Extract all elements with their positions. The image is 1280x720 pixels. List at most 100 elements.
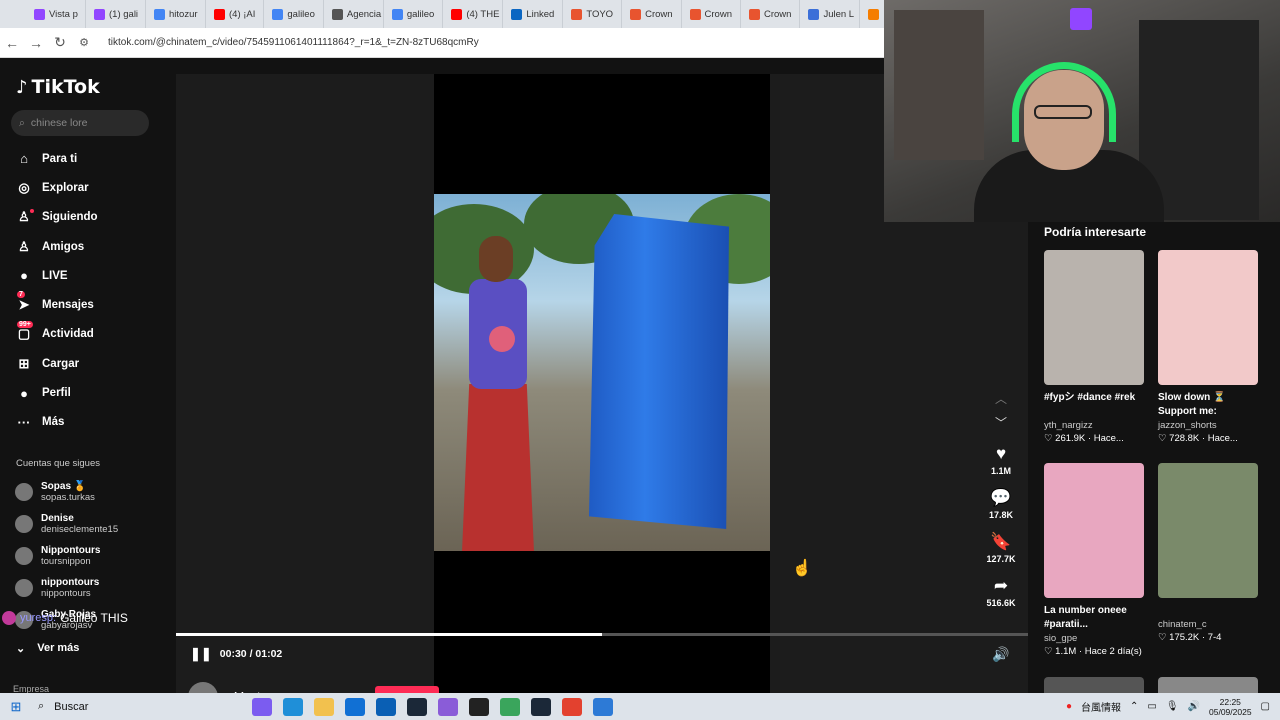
- webcam-overlay: [884, 0, 1280, 222]
- ime-label[interactable]: 台風情報: [1081, 699, 1121, 714]
- browser-tab[interactable]: Julen L: [800, 0, 861, 28]
- taskbar-search[interactable]: ⌕ Buscar: [32, 700, 212, 713]
- browser-tab[interactable]: galileo: [264, 0, 324, 28]
- next-video-icon[interactable]: ﹀: [995, 414, 1007, 444]
- sidebar-item[interactable]: ▢ 99+ Actividad: [0, 320, 170, 349]
- sidebar-item-label: Explorar: [42, 181, 89, 194]
- copilot-icon[interactable]: [252, 697, 272, 716]
- tab-favicon-icon: [748, 8, 760, 20]
- file-explorer-icon[interactable]: [314, 697, 334, 716]
- see-more-label: Ver más: [37, 642, 80, 654]
- volume-icon[interactable]: 🔊: [992, 646, 1009, 663]
- app-icon[interactable]: [500, 697, 520, 716]
- sidebar-item[interactable]: ♙ Siguiendo: [0, 203, 170, 232]
- tiktok-logo[interactable]: ♪ TikTok: [16, 76, 100, 98]
- taskbar-search-label: Buscar: [54, 700, 89, 713]
- browser-tab[interactable]: Linked: [503, 0, 564, 28]
- following-name: nippontours: [41, 577, 100, 588]
- edge-icon[interactable]: [283, 697, 303, 716]
- suggestion-user: sio_gpe: [1044, 633, 1078, 644]
- following-item[interactable]: Denise deniseclemente15: [0, 508, 170, 540]
- mic-icon[interactable]: 🎙: [1166, 701, 1179, 712]
- taskbar-apps: [252, 697, 613, 716]
- tab-label: hitozur: [169, 8, 198, 20]
- video-actions: ︿ ﹀ ♥ 1.1M 💬 17.8K 🔖 127.7K ➦ 516.6K: [980, 390, 1022, 620]
- browser-tab[interactable]: Agencia: [324, 0, 384, 28]
- suggestion-thumbnail[interactable]: [1044, 463, 1144, 598]
- activity-icon: ▢: [17, 326, 31, 342]
- browser-tab[interactable]: TOYO: [563, 0, 623, 28]
- sidebar-item[interactable]: ⊞ Cargar: [0, 349, 170, 378]
- browser-tab[interactable]: Crown: [741, 0, 801, 28]
- browser-tab[interactable]: hitozur: [146, 0, 206, 28]
- back-icon[interactable]: ←: [0, 35, 24, 51]
- notifications-icon[interactable]: ▢: [1261, 701, 1270, 712]
- sidebar-item[interactable]: ◎ Explorar: [0, 173, 170, 202]
- chat-message: Galileo THIS: [60, 611, 128, 625]
- sidebar-item[interactable]: ··· Más: [0, 408, 170, 437]
- share-icon[interactable]: ➦: [994, 576, 1008, 598]
- search-input[interactable]: ⌕ chinese lore: [11, 110, 149, 136]
- clock[interactable]: 22:25 05/09/2025: [1209, 697, 1252, 717]
- search-icon: ⌕: [19, 116, 25, 129]
- site-info-icon[interactable]: ⚙: [72, 36, 96, 49]
- outlook-icon[interactable]: [376, 697, 396, 716]
- suggestion-card[interactable]: La number oneee #paratii... sio_gpe ♡ 1.1M…: [1044, 463, 1144, 659]
- sidebar-item[interactable]: ➤ 7 Mensajes: [0, 290, 170, 319]
- suggestion-card[interactable]: Slow down ⏳ Support me: Patreo... jazzon_…: [1158, 250, 1258, 446]
- discord-icon[interactable]: [438, 697, 458, 716]
- following-item[interactable]: Nippontours toursnippon: [0, 540, 170, 572]
- comment-icon[interactable]: 💬: [990, 488, 1011, 510]
- person-skirt-shape: [462, 384, 534, 551]
- previous-video-icon[interactable]: ︿: [995, 390, 1007, 414]
- following-item[interactable]: Sopas 🏅 sopas.turkas: [0, 476, 170, 508]
- sidebar-item[interactable]: ● Perfil: [0, 378, 170, 407]
- sidebar-item[interactable]: ● LIVE: [0, 261, 170, 290]
- suggestion-card[interactable]: #fypシ #dance #rek yth_nargizz ♡ 261.9K · H…: [1044, 250, 1144, 446]
- forward-icon[interactable]: →: [24, 35, 48, 51]
- see-more-button[interactable]: ⌄ Ver más: [16, 642, 79, 655]
- like-icon[interactable]: ♥: [996, 444, 1006, 466]
- video-progress-bar[interactable]: [176, 633, 1028, 636]
- suggestions-panel: Podría interesarte #fypシ #dance #rek yth_…: [1028, 222, 1280, 693]
- following-item[interactable]: nippontours nippontours: [0, 572, 170, 604]
- chevron-up-icon[interactable]: ⌃: [1130, 701, 1138, 712]
- suggestion-thumbnail[interactable]: [1158, 463, 1258, 598]
- sidebar-item[interactable]: ⌂ Para ti: [0, 144, 170, 173]
- tab-favicon-icon: [154, 8, 165, 20]
- suggestion-thumbnail[interactable]: [1158, 250, 1258, 385]
- suggestion-thumbnail[interactable]: [1044, 250, 1144, 385]
- store-icon[interactable]: [345, 697, 365, 716]
- network-icon[interactable]: ▭: [1147, 701, 1156, 712]
- steam-icon[interactable]: [531, 697, 551, 716]
- suggestion-card[interactable]: chinatem_c ♡ 175.2K · 7-4: [1158, 463, 1258, 645]
- suggestion-user: chinatem_c: [1158, 619, 1207, 630]
- windows-start-icon[interactable]: ⊞: [0, 699, 32, 715]
- chrome-icon[interactable]: [562, 697, 582, 716]
- tab-label: Agencia: [346, 8, 382, 20]
- sidebar-item-label: Actividad: [42, 328, 94, 341]
- browser-tab[interactable]: Vista p: [26, 0, 86, 28]
- reload-icon[interactable]: ↻: [48, 34, 72, 51]
- browser-tab[interactable]: (4) THE: [443, 0, 504, 28]
- bookmark-icon[interactable]: 🔖: [990, 532, 1011, 554]
- suggestion-thumb-peek[interactable]: [1044, 677, 1144, 693]
- browser-tab[interactable]: Crown: [682, 0, 741, 28]
- browser-tab[interactable]: galileo: [384, 0, 444, 28]
- steam-icon[interactable]: [407, 697, 427, 716]
- following-handle: nippontours: [41, 588, 91, 599]
- sidebar-item-label: Amigos: [42, 240, 85, 253]
- ime-icon[interactable]: ●: [1066, 701, 1072, 712]
- browser-tab[interactable]: (4) ¡AI: [206, 0, 265, 28]
- sidebar-item[interactable]: ♙ Amigos: [0, 232, 170, 261]
- speaker-icon[interactable]: 🔊: [1188, 701, 1200, 712]
- video-frame[interactable]: [434, 194, 770, 551]
- browser-tab[interactable]: Crown: [622, 0, 682, 28]
- pause-icon[interactable]: ❚❚: [190, 646, 212, 662]
- suggestion-thumb-peek[interactable]: [1158, 677, 1258, 693]
- playback-controls: ❚❚ 00:30 / 01:02: [190, 646, 282, 662]
- browser-tab[interactable]: (1) gali: [86, 0, 146, 28]
- photos-icon[interactable]: [593, 697, 613, 716]
- obs-icon[interactable]: [469, 697, 489, 716]
- url-field[interactable]: tiktok.com/@chinatem_c/video/75459110614…: [108, 37, 479, 48]
